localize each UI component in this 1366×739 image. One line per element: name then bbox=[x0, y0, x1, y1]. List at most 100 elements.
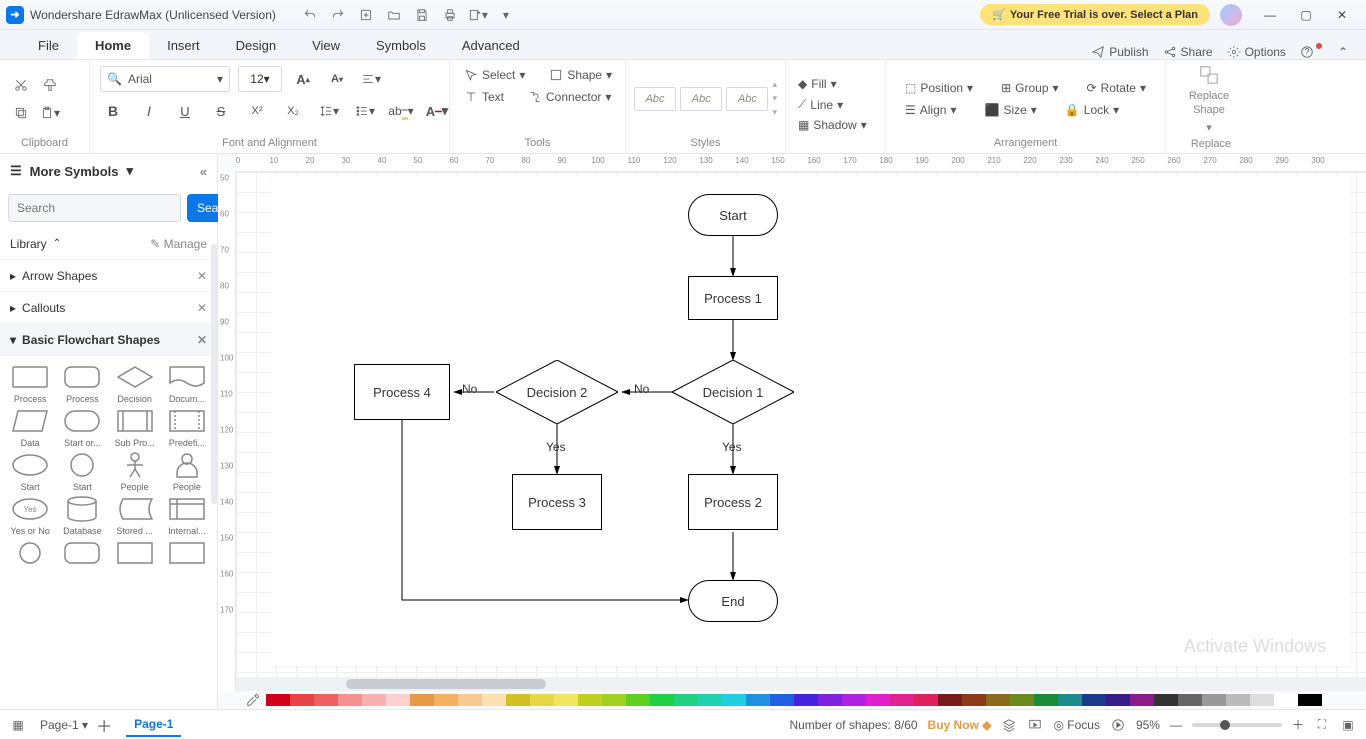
color-swatch[interactable] bbox=[542, 694, 554, 706]
cat-arrow-shapes[interactable]: ▸ Arrow Shapes✕ bbox=[0, 260, 217, 292]
library-row[interactable]: Library ⌃✎ Manage bbox=[0, 228, 217, 260]
fc-end[interactable]: End bbox=[688, 580, 778, 622]
page-layout-icon[interactable]: ▦ bbox=[10, 717, 26, 733]
close-button[interactable]: ✕ bbox=[1324, 0, 1360, 30]
italic-button[interactable]: I bbox=[136, 98, 162, 124]
color-swatch[interactable] bbox=[1250, 694, 1262, 706]
buy-now-link[interactable]: Buy Now ◆ bbox=[928, 718, 992, 732]
style-scroll-up[interactable]: ▴ bbox=[772, 79, 777, 90]
share-button[interactable]: Share bbox=[1163, 45, 1213, 59]
close-icon[interactable]: ✕ bbox=[197, 301, 207, 315]
layers-icon[interactable] bbox=[1001, 717, 1017, 733]
color-swatch[interactable] bbox=[470, 694, 482, 706]
color-swatch[interactable] bbox=[866, 694, 878, 706]
scrollbar-thumb[interactable] bbox=[211, 244, 217, 504]
color-swatch[interactable] bbox=[554, 694, 566, 706]
zoom-in-button[interactable]: ＋ bbox=[1292, 716, 1304, 733]
color-swatch[interactable] bbox=[1010, 694, 1022, 706]
fc-process2[interactable]: Process 2 bbox=[688, 474, 778, 530]
color-swatch[interactable] bbox=[1262, 694, 1274, 706]
color-swatch[interactable] bbox=[794, 694, 806, 706]
color-swatch[interactable] bbox=[1058, 694, 1070, 706]
bullets-button[interactable]: ▾ bbox=[352, 98, 378, 124]
page-tab[interactable]: Page-1 bbox=[126, 713, 181, 737]
publish-button[interactable]: Publish bbox=[1091, 45, 1148, 59]
shape-database[interactable]: Database bbox=[58, 496, 106, 536]
font-select[interactable]: 🔍 Arial▾ bbox=[100, 66, 230, 92]
help-button[interactable] bbox=[1300, 45, 1324, 59]
color-swatch[interactable] bbox=[1226, 694, 1238, 706]
focus-button[interactable]: ◎ Focus bbox=[1053, 718, 1100, 732]
color-swatch[interactable] bbox=[590, 694, 602, 706]
shape-data[interactable]: Data bbox=[6, 408, 54, 448]
color-swatch[interactable] bbox=[782, 694, 794, 706]
color-swatch[interactable] bbox=[662, 694, 674, 706]
connector-tool-button[interactable]: Connector▾ bbox=[524, 90, 615, 104]
tab-home[interactable]: Home bbox=[77, 32, 149, 59]
presentation-icon[interactable] bbox=[1027, 717, 1043, 733]
symbol-search-input[interactable] bbox=[8, 194, 181, 222]
color-swatch[interactable] bbox=[1274, 694, 1286, 706]
shape-predefined[interactable]: Predefi... bbox=[163, 408, 211, 448]
color-swatch[interactable] bbox=[1106, 694, 1118, 706]
tab-symbols[interactable]: Symbols bbox=[358, 32, 444, 59]
bold-button[interactable]: B bbox=[100, 98, 126, 124]
font-color-button[interactable]: A⎯▾ bbox=[424, 98, 450, 124]
eyedropper-icon[interactable] bbox=[246, 693, 260, 707]
fc-process3[interactable]: Process 3 bbox=[512, 474, 602, 530]
color-swatch[interactable] bbox=[806, 694, 818, 706]
color-swatch[interactable] bbox=[938, 694, 950, 706]
export-button[interactable]: ▾ bbox=[464, 0, 492, 30]
color-swatch[interactable] bbox=[878, 694, 890, 706]
copy-button[interactable] bbox=[8, 100, 34, 126]
tab-view[interactable]: View bbox=[294, 32, 358, 59]
fc-process1[interactable]: Process 1 bbox=[688, 276, 778, 320]
color-swatch[interactable] bbox=[350, 694, 362, 706]
save-button[interactable] bbox=[408, 0, 436, 30]
fc-process4[interactable]: Process 4 bbox=[354, 364, 450, 420]
shape-extra2[interactable] bbox=[58, 540, 106, 566]
color-swatch[interactable] bbox=[830, 694, 842, 706]
maximize-button[interactable]: ▢ bbox=[1288, 0, 1324, 30]
collapse-ribbon-button[interactable]: ⌃ bbox=[1338, 45, 1348, 59]
color-swatch[interactable] bbox=[974, 694, 986, 706]
underline-button[interactable]: U bbox=[172, 98, 198, 124]
undo-button[interactable] bbox=[296, 0, 324, 30]
color-swatch[interactable] bbox=[506, 694, 518, 706]
line-button[interactable]: ⟋ Line▾ bbox=[794, 97, 871, 112]
tab-advanced[interactable]: Advanced bbox=[444, 32, 538, 59]
zoom-level[interactable]: 95% bbox=[1136, 718, 1160, 732]
style-preset-2[interactable]: Abc bbox=[680, 87, 722, 111]
increase-font-button[interactable]: A▴ bbox=[290, 66, 316, 92]
color-swatch[interactable] bbox=[410, 694, 422, 706]
style-scroll-down[interactable]: ▾ bbox=[772, 93, 777, 104]
shape-decision[interactable]: Decision bbox=[111, 364, 159, 404]
color-swatch[interactable] bbox=[314, 694, 326, 706]
close-icon[interactable]: ✕ bbox=[197, 269, 207, 283]
style-preset-1[interactable]: Abc bbox=[634, 87, 676, 111]
zoom-slider[interactable] bbox=[1192, 723, 1282, 727]
rotate-button[interactable]: ⟳ Rotate▾ bbox=[1083, 81, 1150, 95]
color-swatch[interactable] bbox=[1166, 694, 1178, 706]
color-swatch[interactable] bbox=[926, 694, 938, 706]
color-swatch[interactable] bbox=[758, 694, 770, 706]
options-button[interactable]: Options bbox=[1227, 45, 1286, 59]
shape-people-bust[interactable]: People bbox=[163, 452, 211, 492]
color-swatch[interactable] bbox=[914, 694, 926, 706]
superscript-button[interactable]: X² bbox=[244, 98, 270, 124]
select-tool-button[interactable]: Select▾ bbox=[460, 68, 529, 82]
paste-button[interactable]: ▾ bbox=[37, 100, 63, 126]
color-swatch[interactable] bbox=[1178, 694, 1190, 706]
shape-yesno[interactable]: YesYes or No bbox=[6, 496, 54, 536]
shape-tool-button[interactable]: Shape▾ bbox=[545, 68, 616, 82]
horizontal-scrollbar[interactable] bbox=[236, 677, 1366, 691]
color-swatch[interactable] bbox=[722, 694, 734, 706]
color-swatch[interactable] bbox=[1310, 694, 1322, 706]
color-swatch[interactable] bbox=[950, 694, 962, 706]
color-swatch[interactable] bbox=[362, 694, 374, 706]
color-swatch[interactable] bbox=[530, 694, 542, 706]
shape-process[interactable]: Process bbox=[6, 364, 54, 404]
color-swatch[interactable] bbox=[890, 694, 902, 706]
color-swatch[interactable] bbox=[1154, 694, 1166, 706]
scrollbar-thumb[interactable] bbox=[346, 679, 546, 689]
